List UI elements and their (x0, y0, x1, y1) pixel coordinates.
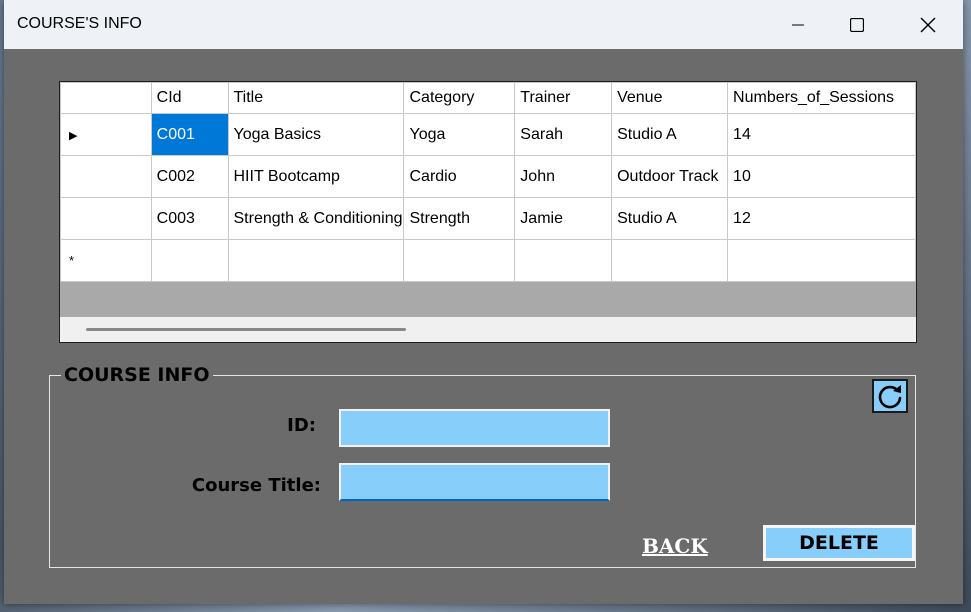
id-label: ID: (287, 415, 316, 436)
delete-button[interactable]: DELETE (763, 525, 915, 561)
table-cell[interactable]: Yoga Basics (227, 113, 405, 156)
table-cell[interactable]: 14 (727, 113, 916, 156)
table-cell[interactable]: C001 (150, 113, 229, 156)
table-cell[interactable]: Outdoor Track (611, 155, 729, 198)
column-header-category[interactable]: Category (403, 82, 516, 114)
courses-datagrid[interactable]: CId Title Category Trainer Venue Numbers… (59, 81, 917, 343)
groupbox-legend: COURSE INFO (64, 364, 210, 386)
row-header[interactable] (60, 197, 152, 240)
course-title-field[interactable] (339, 463, 610, 501)
minimize-icon (792, 24, 804, 25)
table-cell[interactable] (727, 239, 916, 282)
column-header-cid[interactable]: CId (150, 82, 229, 114)
table-cell[interactable] (403, 239, 516, 282)
close-button[interactable] (893, 0, 963, 49)
courses-table: CId Title Category Trainer Venue Numbers… (60, 82, 916, 282)
header-row: CId Title Category Trainer Venue Numbers… (60, 82, 916, 114)
table-cell[interactable] (611, 239, 729, 282)
maximize-icon (850, 17, 864, 32)
row-header[interactable] (60, 155, 152, 198)
row-arrow-icon: ▶ (69, 129, 78, 142)
table-cell[interactable]: 10 (727, 155, 916, 198)
title-bar: COURSE'S INFO (4, 0, 963, 49)
table-row[interactable]: ▶ C001 Yoga Basics Yoga Sarah Studio A 1… (60, 113, 916, 156)
close-icon (920, 17, 936, 32)
row-header-corner (60, 82, 152, 114)
back-link[interactable]: BACK (642, 534, 708, 558)
column-header-sessions[interactable]: Numbers_of_Sessions (727, 82, 916, 114)
column-header-venue[interactable]: Venue (611, 82, 729, 114)
course-title-label: Course Title: (191, 475, 321, 496)
table-cell[interactable]: Studio A (611, 113, 729, 156)
table-cell[interactable]: 12 (727, 197, 916, 240)
table-cell[interactable]: Studio A (611, 197, 729, 240)
table-cell[interactable]: Strength (403, 197, 516, 240)
course-info-window: COURSE'S INFO CId Title Category Trainer… (4, 0, 963, 604)
table-cell[interactable]: Cardio (403, 155, 516, 198)
table-cell[interactable]: C002 (150, 155, 229, 198)
new-row-indicator[interactable]: * (60, 239, 152, 282)
current-row-indicator[interactable]: ▶ (60, 113, 152, 156)
horizontal-scrollbar[interactable] (60, 317, 916, 342)
column-header-title[interactable]: Title (227, 82, 405, 114)
table-row[interactable]: C003 Strength & Conditioning Strength Ja… (60, 197, 916, 240)
table-cell[interactable]: HIIT Bootcamp (227, 155, 405, 198)
id-field[interactable] (339, 409, 610, 447)
column-header-trainer[interactable]: Trainer (514, 82, 613, 114)
table-cell[interactable]: John (514, 155, 613, 198)
refresh-icon (878, 385, 902, 409)
window-title: COURSE'S INFO (17, 15, 142, 32)
asterisk-icon: * (69, 252, 75, 268)
table-cell[interactable] (227, 239, 405, 282)
table-cell[interactable]: Strength & Conditioning (227, 197, 405, 240)
scrollbar-thumb[interactable] (86, 328, 406, 331)
table-cell[interactable] (150, 239, 229, 282)
table-cell[interactable] (514, 239, 613, 282)
table-cell[interactable]: C003 (150, 197, 229, 240)
table-cell[interactable]: Sarah (514, 113, 613, 156)
table-cell[interactable]: Jamie (514, 197, 613, 240)
maximize-button[interactable] (822, 0, 892, 49)
new-row[interactable]: * (60, 239, 916, 282)
refresh-button[interactable] (872, 379, 908, 413)
table-cell[interactable]: Yoga (403, 113, 516, 156)
table-row[interactable]: C002 HIIT Bootcamp Cardio John Outdoor T… (60, 155, 916, 198)
